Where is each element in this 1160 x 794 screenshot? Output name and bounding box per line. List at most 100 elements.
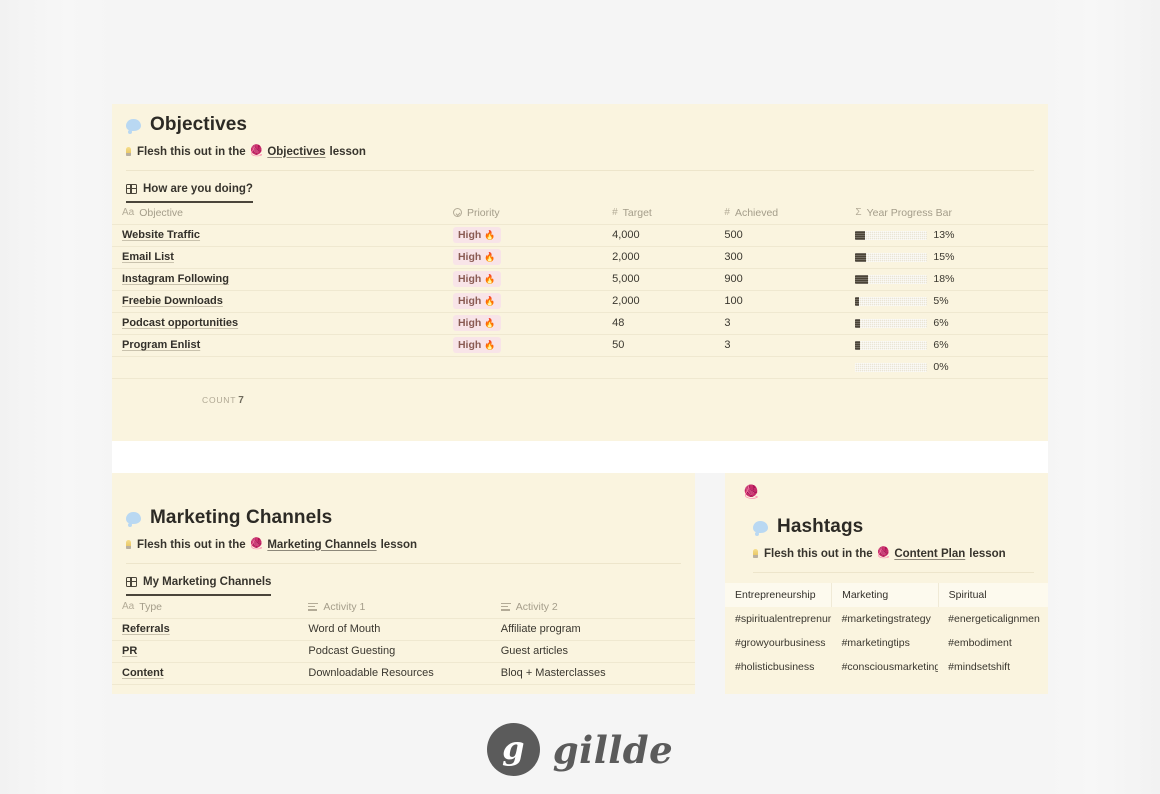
column-objective[interactable]: Aa Objective — [112, 202, 449, 225]
cell-priority[interactable]: High 🔥 — [448, 224, 609, 247]
cell-priority[interactable]: High 🔥 — [448, 246, 609, 269]
fire-icon: 🔥 — [484, 317, 496, 328]
hashtag-column-header-2[interactable]: Marketing — [831, 583, 939, 607]
cell-activity-2[interactable]: Bloq + Masterclasses — [496, 662, 695, 685]
hashtags-lesson-link[interactable]: Content Plan — [894, 548, 965, 560]
marketing-lesson-link[interactable]: Marketing Channels — [267, 539, 376, 551]
table-row[interactable]: #holisticbusiness #consciousmarketing #min… — [725, 655, 1048, 679]
column-achieved[interactable]: # Achieved — [720, 202, 852, 225]
objective-name[interactable]: Website Traffic — [122, 229, 200, 241]
column-achieved-label: Achieved — [734, 206, 779, 219]
column-activity-2[interactable]: Activity 2 — [496, 596, 695, 619]
table-row[interactable]: #growyourbusiness #marketingtips #embodime… — [725, 631, 1048, 655]
cell-type[interactable]: Referrals — [112, 618, 305, 641]
hashtag-cell[interactable]: #consciousmarketing — [832, 655, 939, 679]
progress-percent: 6% — [933, 339, 949, 351]
objective-name[interactable]: Podcast opportunities — [122, 317, 238, 329]
cell-priority[interactable] — [448, 356, 609, 379]
cell-activity-1[interactable]: Podcast Guesting — [304, 640, 497, 663]
hashtag-column-header-3[interactable]: Spiritual — [938, 583, 1048, 607]
cell-priority[interactable]: High 🔥 — [448, 334, 609, 357]
cell-objective[interactable]: Email List — [112, 246, 449, 269]
column-priority[interactable]: Priority — [448, 202, 609, 225]
cell-target[interactable]: 50 — [608, 334, 721, 357]
cell-priority[interactable]: High 🔥 — [448, 312, 609, 335]
column-progress[interactable]: Σ Year Progress Bar — [851, 202, 1048, 225]
grid-table-icon — [126, 184, 137, 194]
channel-type-name[interactable]: Content — [122, 667, 164, 679]
cell-type[interactable]: PR — [112, 640, 305, 663]
hashtag-cell[interactable]: #holisticbusiness — [725, 655, 832, 679]
channel-type-name[interactable]: PR — [122, 645, 137, 657]
cell-achieved[interactable]: 3 — [720, 312, 852, 335]
cell-objective[interactable]: Program Enlist — [112, 334, 449, 357]
cell-target[interactable]: 5,000 — [608, 268, 721, 291]
table-row[interactable]: Website Traffic High 🔥 4,000 500 13% — [112, 224, 1048, 247]
objective-name[interactable]: Freebie Downloads — [122, 295, 223, 307]
cell-achieved[interactable]: 3 — [720, 334, 852, 357]
table-row[interactable]: Podcast opportunities High 🔥 48 3 6% — [112, 312, 1048, 335]
objectives-lesson-link[interactable]: Objectives — [267, 146, 325, 158]
cell-objective[interactable]: Instagram Following — [112, 268, 449, 291]
cell-type[interactable]: Content — [112, 662, 305, 685]
cell-activity-2[interactable]: Guest articles — [496, 640, 695, 663]
cell-activity-1[interactable]: Word of Mouth — [304, 618, 497, 641]
cell-achieved[interactable]: 300 — [720, 246, 852, 269]
channel-type-name[interactable]: Referrals — [122, 623, 170, 635]
circle-chevron-icon — [452, 208, 462, 218]
hashtag-cell[interactable]: #marketingtips — [832, 631, 939, 655]
table-row[interactable]: Referrals Word of Mouth Affiliate program — [112, 618, 695, 641]
cell-target[interactable]: 4,000 — [608, 224, 721, 247]
priority-label: High — [457, 294, 482, 307]
hashtag-column-header-1[interactable]: Entrepreneurship — [725, 583, 833, 607]
hashtag-cell[interactable]: #mindsetshift — [938, 655, 1048, 679]
magic-wand-icon: 🧶 — [876, 547, 891, 559]
cell-activity-1[interactable]: Downloadable Resources — [304, 662, 497, 685]
hashtag-cell[interactable]: #energeticalignmen — [938, 607, 1048, 631]
table-row[interactable]: PR Podcast Guesting Guest articles — [112, 640, 695, 663]
page-right-margin — [1048, 0, 1160, 794]
cell-achieved[interactable]: 900 — [720, 268, 852, 291]
cell-target[interactable] — [608, 356, 721, 379]
column-type[interactable]: Aa Type — [112, 596, 305, 619]
table-row[interactable]: 0% — [112, 356, 1048, 379]
cell-objective[interactable] — [112, 356, 449, 379]
cell-achieved[interactable] — [720, 356, 852, 379]
column-target[interactable]: # Target — [608, 202, 721, 225]
progress-bar-track — [855, 296, 928, 306]
cell-activity-2[interactable]: Affiliate program — [496, 618, 695, 641]
hashtag-cell[interactable]: #spiritualentreprenur — [725, 607, 832, 631]
cell-priority[interactable]: High 🔥 — [448, 290, 609, 313]
objective-name[interactable]: Instagram Following — [122, 273, 229, 285]
hashtag-cell[interactable]: #marketingstrategy — [832, 607, 939, 631]
hashtag-cell[interactable]: #growyourbusiness — [725, 631, 832, 655]
cell-objective[interactable]: Website Traffic — [112, 224, 449, 247]
objective-name[interactable]: Program Enlist — [122, 339, 200, 351]
progress-percent: 5% — [933, 295, 949, 307]
sigma-icon: Σ — [855, 206, 862, 218]
tab-how-are-you-doing[interactable]: How are you doing? — [126, 183, 253, 203]
tab-my-marketing-channels[interactable]: My Marketing Channels — [126, 576, 272, 596]
subtitle-prefix: Flesh this out in the — [137, 538, 246, 551]
cell-achieved[interactable]: 100 — [720, 290, 852, 313]
objectives-subtitle: Flesh this out in the 🧶 Objectives lesso… — [126, 145, 1034, 158]
cell-objective[interactable]: Freebie Downloads — [112, 290, 449, 313]
table-row[interactable]: Instagram Following High 🔥 5,000 900 18% — [112, 268, 1048, 291]
cell-objective[interactable]: Podcast opportunities — [112, 312, 449, 335]
table-row[interactable]: Content Downloadable Resources Bloq + Mast… — [112, 662, 695, 685]
cell-priority[interactable]: High 🔥 — [448, 268, 609, 291]
objective-name[interactable]: Email List — [122, 251, 174, 263]
cell-target[interactable]: 2,000 — [608, 246, 721, 269]
table-row[interactable]: Email List High 🔥 2,000 300 15% — [112, 246, 1048, 269]
subtitle-suffix: lesson — [969, 547, 1006, 560]
table-row[interactable]: Freebie Downloads High 🔥 2,000 100 5% — [112, 290, 1048, 313]
marketing-db-tabs: My Marketing Channels — [112, 564, 695, 596]
cell-progress: 6% — [851, 312, 1048, 335]
hashtag-cell[interactable]: #embodiment — [938, 631, 1048, 655]
cell-achieved[interactable]: 500 — [720, 224, 852, 247]
cell-target[interactable]: 48 — [608, 312, 721, 335]
table-row[interactable]: #spiritualentreprenur #marketingstrategy #… — [725, 607, 1048, 631]
column-activity-1[interactable]: Activity 1 — [304, 596, 497, 619]
cell-target[interactable]: 2,000 — [608, 290, 721, 313]
table-row[interactable]: Program Enlist High 🔥 50 3 6% — [112, 334, 1048, 357]
